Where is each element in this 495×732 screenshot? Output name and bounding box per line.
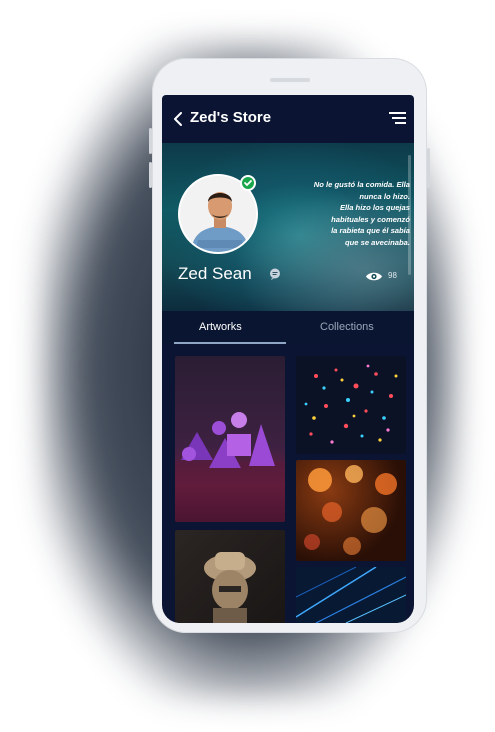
menu-lines-icon[interactable] — [389, 112, 406, 124]
tab-artworks[interactable]: Artworks — [199, 321, 242, 333]
artwork-tile[interactable] — [175, 356, 285, 522]
artwork-image — [175, 412, 285, 522]
bio-line: la rabieta que él sabía — [331, 226, 410, 235]
profile-name: Zed Sean — [178, 264, 252, 283]
eye-icon — [366, 272, 382, 281]
artwork-tile[interactable] — [296, 356, 406, 454]
scrollbar[interactable] — [408, 155, 411, 275]
artwork-grid — [162, 344, 414, 623]
artwork-tile[interactable] — [296, 460, 406, 561]
bio-line: nunca lo hizo. — [359, 191, 410, 201]
bio-line: No le gustó la comida. Ella — [313, 180, 410, 189]
side-button — [149, 162, 152, 188]
profile-bio: No le gustó la comida. Ella nunca lo hiz… — [294, 179, 410, 248]
check-badge-icon — [240, 175, 256, 191]
phone-speaker — [270, 78, 310, 82]
views-count: 98 — [388, 271, 397, 280]
artwork-tile[interactable] — [296, 567, 406, 623]
tab-collections[interactable]: Collections — [320, 321, 374, 333]
power-button — [427, 148, 430, 188]
profile-header: No le gustó la comida. Ella nunca lo hiz… — [162, 143, 414, 311]
bio-line: habituales y comenzó — [331, 214, 410, 224]
bio-line: que se avecinaba. — [344, 237, 410, 247]
app-screen: Zed's Store No le gustó la comida. Ella … — [162, 95, 414, 623]
side-button — [149, 128, 152, 154]
chevron-left-icon[interactable] — [172, 112, 184, 126]
artwork-image — [296, 567, 406, 623]
profile-tabs: Artworks Collections — [162, 311, 414, 344]
store-title: Zed's Store — [190, 109, 272, 126]
phone-frame: Zed's Store No le gustó la comida. Ella … — [149, 58, 430, 633]
artwork-image — [296, 356, 406, 454]
top-bar: Zed's Store — [162, 95, 414, 143]
artwork-tile[interactable] — [175, 530, 285, 623]
chat-bubble-icon[interactable] — [269, 268, 281, 280]
artwork-image — [204, 552, 256, 623]
artwork-image — [304, 465, 397, 555]
bio-line: Ella hizo los quejas — [339, 203, 410, 212]
